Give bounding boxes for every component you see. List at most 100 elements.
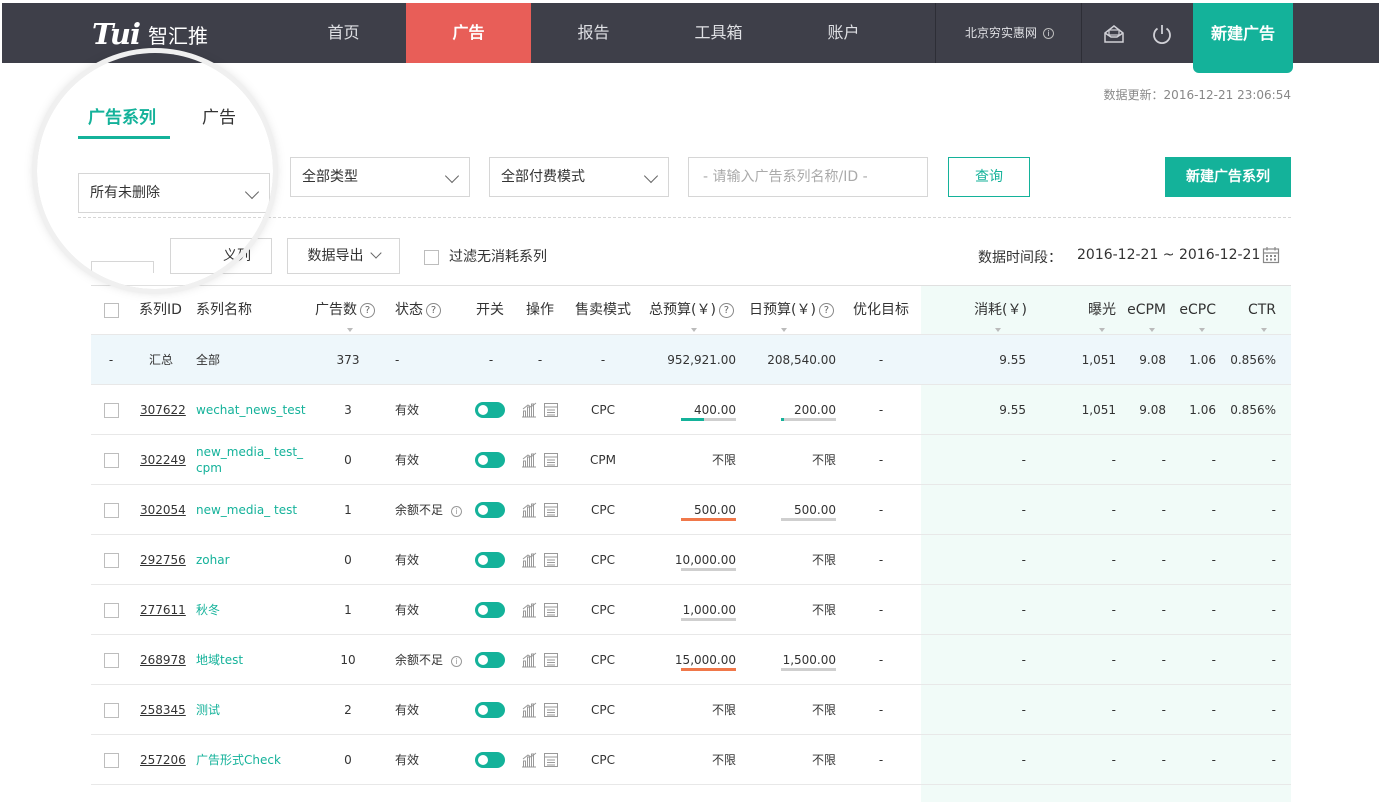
- header-series-id[interactable]: 系列ID: [139, 286, 194, 336]
- report-chart-icon[interactable]: [521, 402, 537, 418]
- header-total-budget[interactable]: 总预算(￥)?: [649, 286, 749, 336]
- daily-budget-value[interactable]: 200.00: [794, 385, 836, 435]
- series-id-link[interactable]: 292756: [140, 553, 186, 567]
- daily-budget-cell[interactable]: 500.00: [781, 485, 836, 535]
- report-chart-icon[interactable]: [521, 752, 537, 768]
- series-on-off-toggle[interactable]: [475, 502, 505, 518]
- daily-budget-cell[interactable]: 200.00: [781, 385, 836, 435]
- details-list-icon[interactable]: [543, 602, 559, 618]
- daily-budget-value[interactable]: 不限: [812, 535, 836, 585]
- sort-icon[interactable]: [347, 328, 353, 332]
- column-toggle-button[interactable]: [91, 261, 154, 273]
- report-chart-icon[interactable]: [521, 552, 537, 568]
- sort-icon[interactable]: [1261, 328, 1267, 332]
- header-cost[interactable]: 消耗(￥): [951, 286, 1027, 336]
- series-id-link[interactable]: 302054: [140, 503, 186, 517]
- header-ctr[interactable]: CTR: [1231, 286, 1276, 336]
- info-icon[interactable]: i: [1043, 28, 1054, 39]
- details-list-icon[interactable]: [543, 502, 559, 518]
- export-data-button[interactable]: 数据导出: [287, 238, 400, 274]
- series-id-link[interactable]: 257206: [140, 753, 186, 767]
- info-icon[interactable]: i: [451, 506, 463, 517]
- type-filter-select[interactable]: 全部类型: [290, 157, 470, 197]
- series-id-link[interactable]: 268978: [140, 653, 186, 667]
- total-budget-cell[interactable]: 400.00: [681, 385, 736, 435]
- pay-mode-filter-select[interactable]: 全部付费模式: [489, 157, 669, 197]
- row-checkbox[interactable]: [103, 453, 119, 468]
- daily-budget-cell[interactable]: 1,500.00: [781, 635, 836, 685]
- header-ad-count[interactable]: 广告数?: [315, 286, 385, 336]
- nav-ads[interactable]: 广告: [406, 3, 531, 63]
- daily-budget-cell[interactable]: 不限: [781, 535, 836, 585]
- series-name-link[interactable]: 秋冬: [196, 603, 220, 617]
- date-range-value[interactable]: 2016-12-21 ~ 2016-12-21: [1077, 247, 1260, 263]
- series-id-link[interactable]: 258345: [140, 703, 186, 717]
- new-ad-button[interactable]: 新建广告: [1193, 3, 1293, 73]
- total-budget-value[interactable]: 10,000.00: [675, 535, 736, 585]
- series-name-link[interactable]: 地域test: [196, 653, 243, 667]
- details-list-icon[interactable]: [543, 652, 559, 668]
- report-chart-icon[interactable]: [521, 652, 537, 668]
- calendar-icon[interactable]: [1262, 246, 1280, 264]
- series-on-off-toggle[interactable]: [475, 652, 505, 668]
- brand-logo[interactable]: Tui 智汇推: [92, 17, 208, 51]
- series-on-off-toggle[interactable]: [475, 702, 505, 718]
- details-list-icon[interactable]: [543, 552, 559, 568]
- series-id-link[interactable]: 302249: [140, 453, 186, 467]
- total-budget-value[interactable]: 不限: [712, 735, 736, 785]
- daily-budget-value[interactable]: 不限: [812, 435, 836, 485]
- row-checkbox[interactable]: [103, 653, 119, 668]
- total-budget-cell[interactable]: 500.00: [681, 485, 736, 535]
- nav-home[interactable]: 首页: [281, 3, 406, 63]
- series-on-off-toggle[interactable]: [475, 452, 505, 468]
- help-icon[interactable]: ?: [360, 303, 375, 318]
- query-button[interactable]: 查询: [948, 157, 1030, 197]
- series-on-off-toggle[interactable]: [475, 602, 505, 618]
- tab-ad-series[interactable]: 广告系列: [88, 103, 156, 128]
- custom-columns-button[interactable]: 义列: [170, 238, 272, 274]
- total-budget-cell[interactable]: 15,000.00: [675, 635, 736, 685]
- row-checkbox[interactable]: [103, 603, 119, 618]
- power-logout-icon[interactable]: [1150, 22, 1174, 46]
- series-name-link[interactable]: 广告形式Check: [196, 753, 281, 767]
- filter-zero-consumption[interactable]: 过滤无消耗系列: [424, 246, 547, 266]
- total-budget-cell[interactable]: 10,000.00: [675, 535, 736, 585]
- nav-reports[interactable]: 报告: [531, 3, 656, 63]
- header-impressions[interactable]: 曝光: [1071, 286, 1116, 336]
- details-list-icon[interactable]: [543, 752, 559, 768]
- series-name-link[interactable]: wechat_news_test: [196, 403, 306, 417]
- total-budget-value[interactable]: 不限: [712, 685, 736, 735]
- sort-icon[interactable]: [1099, 328, 1105, 332]
- total-budget-cell[interactable]: 1,000.00: [681, 585, 736, 635]
- row-checkbox[interactable]: [103, 403, 119, 418]
- details-list-icon[interactable]: [543, 452, 559, 468]
- series-id-link[interactable]: 307622: [140, 403, 186, 417]
- row-checkbox[interactable]: [103, 503, 119, 518]
- series-search-input[interactable]: [688, 157, 928, 197]
- nav-toolbox[interactable]: 工具箱: [656, 3, 781, 63]
- report-chart-icon[interactable]: [521, 702, 537, 718]
- daily-budget-value[interactable]: 不限: [812, 585, 836, 635]
- total-budget-value[interactable]: 不限: [712, 435, 736, 485]
- daily-budget-value[interactable]: 500.00: [794, 485, 836, 535]
- sort-icon[interactable]: [781, 328, 787, 332]
- series-on-off-toggle[interactable]: [475, 552, 505, 568]
- help-icon[interactable]: ?: [426, 303, 441, 318]
- total-budget-cell[interactable]: 不限: [681, 685, 736, 735]
- details-list-icon[interactable]: [543, 402, 559, 418]
- series-id-link[interactable]: 277611: [140, 603, 186, 617]
- info-icon[interactable]: i: [451, 656, 463, 667]
- header-ecpc[interactable]: eCPC: [1171, 286, 1216, 336]
- header-daily-budget[interactable]: 日预算(￥)?: [749, 286, 849, 336]
- series-on-off-toggle[interactable]: [475, 402, 505, 418]
- series-name-link[interactable]: new_media_ test: [196, 503, 297, 517]
- help-icon[interactable]: ?: [818, 303, 834, 318]
- total-budget-cell[interactable]: 不限: [681, 735, 736, 785]
- report-chart-icon[interactable]: [521, 502, 537, 518]
- total-budget-value[interactable]: 400.00: [694, 385, 736, 435]
- daily-budget-value[interactable]: 不限: [812, 685, 836, 735]
- select-all-checkbox[interactable]: [103, 302, 119, 318]
- header-ecpm[interactable]: eCPM: [1121, 286, 1166, 336]
- nav-account[interactable]: 账户: [781, 3, 906, 63]
- series-name-link[interactable]: 测试: [196, 703, 220, 717]
